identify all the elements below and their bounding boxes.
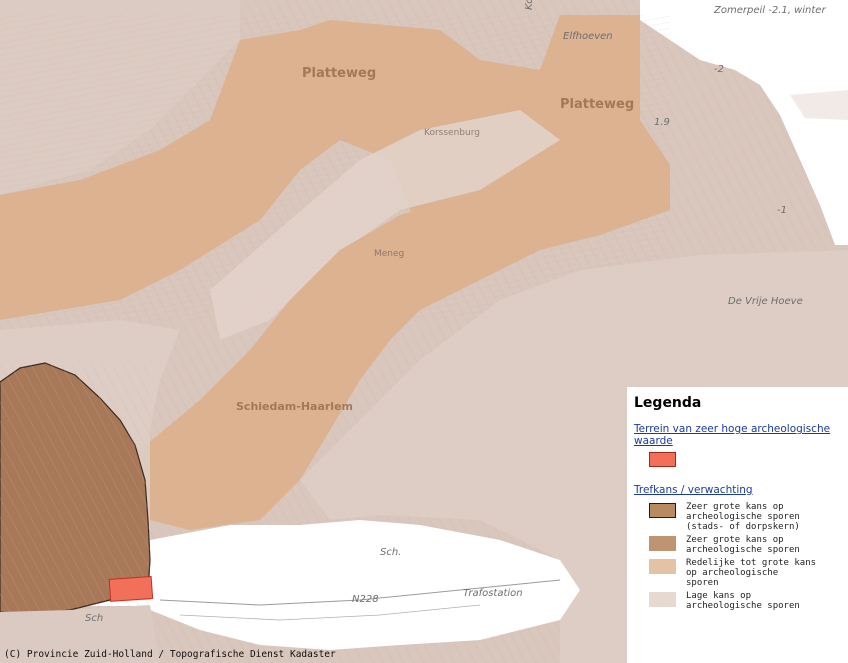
old-town-texture — [0, 365, 150, 615]
legend-swatch-zeer-grote-kans-kern — [649, 503, 676, 518]
legend-label-zeer-grote-kans: Zeer grote kans op archeologische sporen — [686, 535, 800, 555]
high-value-site[interactable] — [108, 575, 154, 602]
legend-swatch-zeer-grote-kans — [649, 536, 676, 551]
legend-item-zeer-grote-kans: Zeer grote kans op archeologische sporen — [634, 535, 842, 555]
legend-label-redelijke-kans: Redelijke tot grote kans op archeologisc… — [686, 558, 817, 588]
legend-section-trefkans-title[interactable]: Trefkans / verwachting — [634, 484, 842, 496]
legend-label-zeer-grote-kans-kern: Zeer grote kans op archeologische sporen… — [686, 502, 800, 532]
legend-panel: Legenda Terrein van zeer hoge archeologi… — [627, 387, 848, 663]
legend-swatch-high-value — [649, 452, 676, 467]
copyright-notice: (C) Provincie Zuid-Holland / Topografisc… — [4, 649, 336, 660]
legend-title: Legenda — [634, 395, 702, 411]
legend-item-zeer-grote-kans-kern: Zeer grote kans op archeologische sporen… — [634, 502, 842, 532]
legend-item-redelijke-kans: Redelijke tot grote kans op archeologisc… — [634, 558, 842, 588]
legend-label-lage-kans: Lage kans op archeologische sporen — [686, 591, 800, 611]
legend-item-high-value — [634, 451, 842, 481]
legend-section-high-value-title[interactable]: Terrein van zeer hoge archeologische waa… — [634, 423, 842, 447]
legend-swatch-lage-kans — [649, 592, 676, 607]
legend-swatch-redelijke-kans — [649, 559, 676, 574]
legend-item-lage-kans: Lage kans op archeologische sporen — [634, 591, 842, 611]
